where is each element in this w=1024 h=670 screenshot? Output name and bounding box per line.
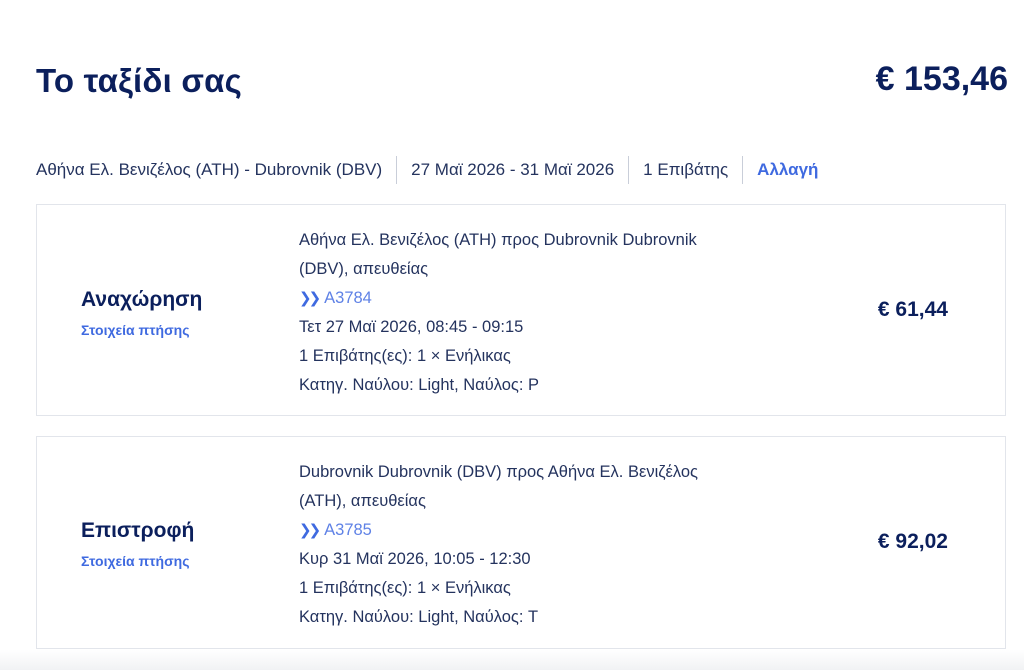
return-fare: Κατηγ. Ναύλου: Light, Ναύλος: T	[299, 608, 539, 626]
trip-header: Το ταξίδι σας € 153,46	[36, 58, 1008, 110]
outbound-flight-info: Αθήνα Ελ. Βενιζέλος (ATH) προς Dubrovnik…	[299, 226, 719, 400]
trip-summary-bar: Αθήνα Ελ. Βενιζέλος (ATH) - Dubrovnik (D…	[36, 155, 818, 185]
return-direction-label: Επιστροφή	[81, 519, 195, 542]
bottom-shadow	[0, 650, 1024, 670]
aegean-chevron-icon: ❯❯	[299, 522, 321, 539]
total-price: € 153,46	[875, 60, 1008, 98]
return-flight-details-link[interactable]: Στοιχεία πτήσης	[81, 553, 189, 569]
outbound-price: € 61,44	[877, 298, 948, 321]
outbound-flight-details-link[interactable]: Στοιχεία πτήσης	[81, 322, 189, 338]
return-datetime: Κυρ 31 Μαϊ 2026, 10:05 - 12:30	[299, 550, 531, 568]
outbound-direction-label: Αναχώρηση	[81, 288, 203, 311]
summary-dates: 27 Μαϊ 2026 - 31 Μαϊ 2026	[411, 160, 615, 179]
return-passengers: 1 Επιβάτης(ες): 1 × Ενήλικας	[299, 579, 511, 597]
outbound-flight-number: A3784	[324, 289, 372, 307]
return-flight-info: Dubrovnik Dubrovnik (DBV) προς Αθήνα Ελ.…	[299, 458, 719, 632]
return-flight-card: Επιστροφή Στοιχεία πτήσης Dubrovnik Dubr…	[36, 436, 1006, 649]
aegean-chevron-icon: ❯❯	[299, 290, 321, 307]
trip-summary-page: Το ταξίδι σας € 153,46 Αθήνα Ελ. Βενιζέλ…	[0, 0, 1024, 670]
return-route: Dubrovnik Dubrovnik (DBV) προς Αθήνα Ελ.…	[299, 463, 698, 510]
page-title: Το ταξίδι σας	[36, 62, 242, 99]
return-flight-number: A3785	[324, 521, 372, 539]
outbound-flight-card: Αναχώρηση Στοιχεία πτήσης Αθήνα Ελ. Βενι…	[36, 204, 1006, 416]
return-price: € 92,02	[877, 530, 948, 553]
change-link[interactable]: Αλλαγή	[757, 160, 818, 180]
outbound-fare: Κατηγ. Ναύλου: Light, Ναύλος: P	[299, 376, 540, 394]
divider	[628, 156, 630, 184]
divider	[396, 156, 398, 184]
outbound-flight-number-link[interactable]: ❯❯ A3784	[299, 284, 719, 313]
return-flight-number-link[interactable]: ❯❯ A3785	[299, 516, 719, 545]
outbound-passengers: 1 Επιβάτης(ες): 1 × Ενήλικας	[299, 347, 511, 365]
outbound-route: Αθήνα Ελ. Βενιζέλος (ATH) προς Dubrovnik…	[299, 231, 697, 278]
divider	[742, 156, 744, 184]
outbound-datetime: Τετ 27 Μαϊ 2026, 08:45 - 09:15	[299, 318, 524, 336]
summary-route: Αθήνα Ελ. Βενιζέλος (ATH) - Dubrovnik (D…	[36, 160, 383, 179]
summary-passengers: 1 Επιβάτης	[643, 160, 729, 179]
